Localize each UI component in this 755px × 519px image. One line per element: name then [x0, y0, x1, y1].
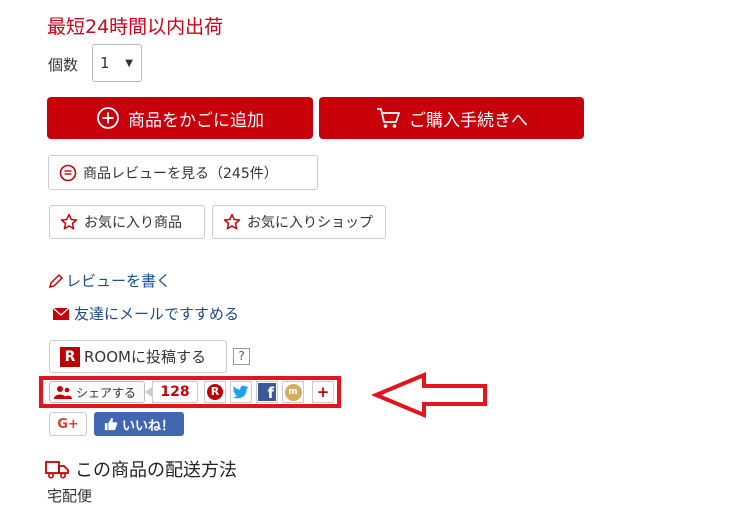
- more-share-button[interactable]: +: [312, 381, 334, 403]
- room-logo-icon: R: [60, 346, 80, 367]
- view-reviews-button[interactable]: 商品レビューを見る（245件）: [48, 155, 318, 190]
- envelope-icon: [52, 307, 70, 320]
- quantity-select[interactable]: 1 ▼: [92, 44, 142, 82]
- email-friend-label: 友達にメールですすめる: [74, 305, 240, 323]
- twitter-share-button[interactable]: [230, 381, 252, 403]
- star-icon: [223, 213, 241, 230]
- cart-icon: [377, 108, 400, 128]
- plus-icon: +: [316, 383, 330, 401]
- chevron-down-icon: ▼: [125, 58, 133, 69]
- share-label: シェアする: [76, 385, 137, 400]
- add-to-cart-button[interactable]: 商品をかごに追加: [47, 97, 313, 139]
- people-icon: [54, 386, 72, 399]
- pencil-icon: [48, 273, 64, 288]
- room-help-icon[interactable]: ?: [233, 348, 250, 365]
- mixi-icon: m: [284, 383, 302, 401]
- favorite-item-label: お気に入り商品: [84, 215, 182, 231]
- view-reviews-label: 商品レビューを見る（245件）: [83, 165, 278, 182]
- delivery-title-text: この商品の配送方法: [75, 460, 237, 481]
- facebook-like-label: いいね！: [121, 418, 174, 434]
- facebook-like-button[interactable]: いいね！: [94, 412, 184, 436]
- checkout-label: ご購入手続きへ: [409, 110, 528, 131]
- rakuten-share-button[interactable]: R: [204, 381, 226, 403]
- review-bubble-icon: [59, 164, 77, 181]
- share-count: 128: [152, 381, 198, 403]
- facebook-share-button[interactable]: f: [256, 381, 278, 403]
- quantity-value: 1: [100, 54, 110, 72]
- checkout-button[interactable]: ご購入手続きへ: [319, 97, 584, 139]
- arrow-pointer-icon: [370, 371, 490, 423]
- shipping-note: 最短24時間以内出荷: [47, 16, 224, 38]
- mixi-share-button[interactable]: m: [282, 381, 304, 403]
- favorite-item-button[interactable]: お気に入り商品: [49, 205, 205, 239]
- rakuten-icon: R: [207, 384, 223, 400]
- room-post-button[interactable]: R ROOMに投稿する: [49, 340, 227, 373]
- quantity-label: 個数: [48, 56, 79, 74]
- write-review-link[interactable]: レビューを書く: [48, 270, 171, 291]
- favorite-shop-button[interactable]: お気に入りショップ: [212, 205, 386, 239]
- plus-circle-icon: [97, 107, 119, 129]
- truck-icon: [45, 461, 69, 479]
- add-to-cart-label: 商品をかごに追加: [128, 110, 264, 131]
- star-icon: [60, 213, 78, 230]
- email-friend-link[interactable]: 友達にメールですすめる: [52, 303, 239, 324]
- twitter-icon: [233, 385, 249, 399]
- delivery-method-title: この商品の配送方法: [45, 456, 237, 482]
- facebook-icon: f: [258, 383, 276, 401]
- write-review-label: レビューを書く: [66, 272, 172, 290]
- count-pointer: [145, 387, 152, 397]
- delivery-method-value: 宅配便: [47, 487, 93, 505]
- share-button[interactable]: シェアする: [49, 381, 145, 403]
- favorite-shop-label: お気に入りショップ: [247, 215, 373, 231]
- google-plus-button[interactable]: G+: [49, 412, 87, 436]
- thumbs-up-icon: [104, 417, 118, 431]
- room-post-label: ROOMに投稿する: [84, 348, 206, 366]
